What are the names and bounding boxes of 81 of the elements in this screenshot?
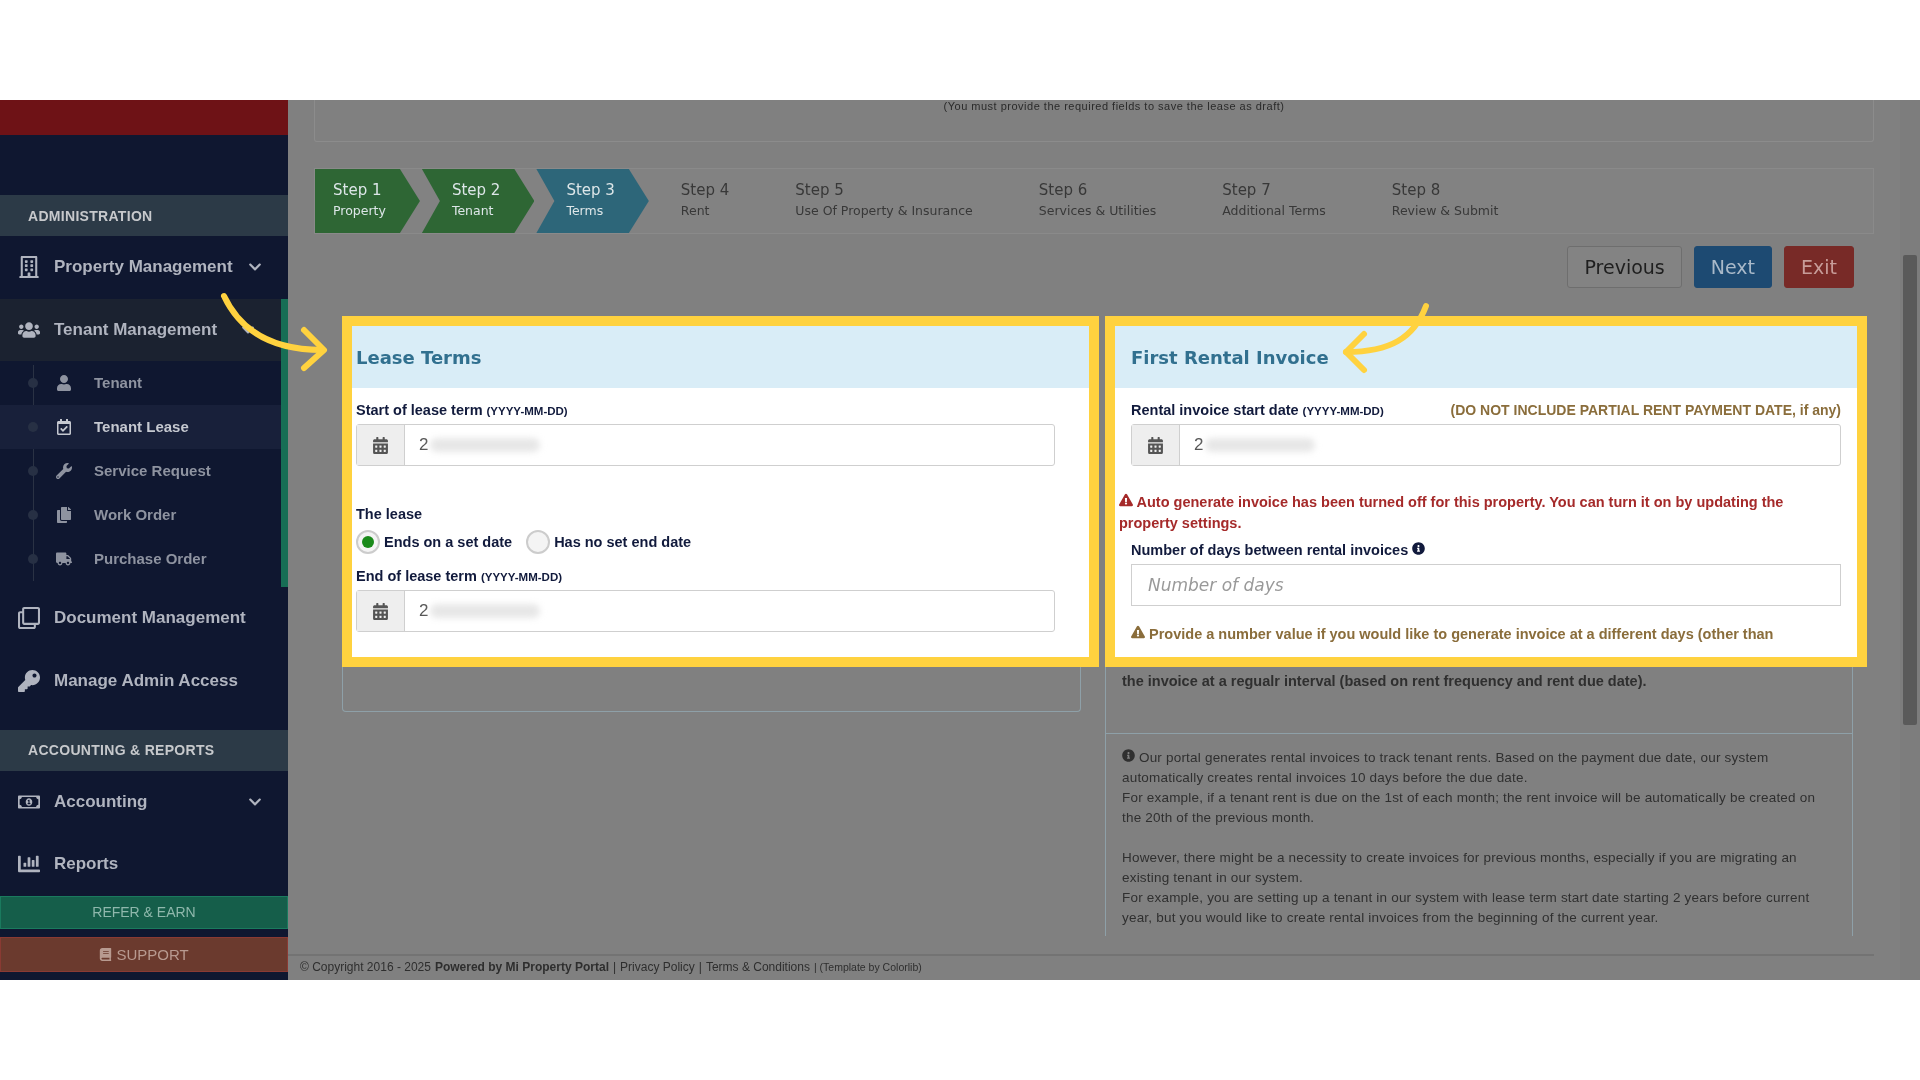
tree-dot (28, 465, 38, 476)
format-hint: (YYYY-MM-DD) (486, 405, 568, 417)
sidebar-item[interactable]: Accounting (0, 770, 288, 834)
radio-label: Has no set end date (554, 534, 692, 550)
radio-label: Ends on a set date (384, 534, 513, 550)
calendar-icon (372, 602, 389, 620)
section-heading: ACCOUNTING & REPORTS (0, 729, 288, 771)
menu-icon (18, 669, 40, 692)
warning-text: Provide a number value if you would like to generate invoice at a different days (other than (1131, 624, 1774, 644)
info-text: For example, if a tenant rent is due on the 1st of each month; the rent invoice will be automatically be created on the 20th of the previous month. (1122, 789, 1817, 827)
panel-title: Lease Terms (356, 346, 482, 368)
sidebar-item[interactable]: Property Management (0, 236, 288, 299)
format-hint: (YYYY-MM-DD) (480, 571, 562, 583)
footer-text: | (698, 960, 702, 974)
date-field[interactable]: 2 (356, 424, 1055, 466)
field-note: (DO NOT INCLUDE PARTIAL RENT PAYMENT DATE, if any) (1450, 402, 1841, 418)
submenu-item[interactable]: Purchase Order (0, 536, 281, 581)
wizard-step[interactable]: Step 4 Rent (650, 169, 764, 233)
panel-title: First Rental Invoice (1131, 346, 1329, 368)
required-note: (You must provide the required fields to save the lease as draft) (943, 100, 1285, 114)
tree-dot (28, 377, 38, 388)
menu-icon (18, 607, 40, 630)
wizard-step[interactable]: Step 1 Property (315, 169, 420, 233)
wizard-step[interactable]: Step 7 Additional Terms (1192, 169, 1360, 233)
footer-link[interactable]: Privacy Policy (620, 960, 695, 974)
field-label: Number of days between rental invoices (1131, 542, 1409, 558)
tree-dot (28, 509, 38, 520)
nav-button[interactable]: Next (1693, 246, 1772, 288)
support-button[interactable]: SUPPORT (0, 936, 288, 973)
submenu-item[interactable]: Tenant Lease (0, 404, 281, 449)
tree-dot (28, 553, 38, 564)
sidebar-item[interactable]: Tenant Management (0, 298, 288, 361)
warning-text: the invoice at a regualr interval (based on rent frequency and rent due date). (1121, 672, 1648, 691)
section-heading: ADMINISTRATION (0, 195, 288, 237)
submenu-icon (56, 418, 72, 435)
submenu-icon (56, 374, 72, 391)
book-icon (99, 947, 113, 961)
field-label: The lease (356, 506, 423, 522)
wizard-step[interactable]: Step 6 Services & Utilities (1008, 169, 1191, 233)
submenu-icon (56, 550, 72, 567)
warning-icon (1119, 493, 1133, 507)
sidebar-item[interactable]: Manage Admin Access (0, 649, 288, 712)
calendar-icon (1147, 436, 1164, 454)
scrollbar[interactable] (1900, 100, 1920, 980)
radio-button[interactable] (526, 530, 551, 554)
date-field[interactable]: 2 (1131, 424, 1841, 466)
footer-text: © Copyright 2016 - 2025 (300, 960, 431, 974)
sidebar-item[interactable]: Document Management (0, 586, 288, 650)
info-icon (1122, 749, 1135, 762)
nav-button[interactable]: Previous (1567, 246, 1682, 288)
footer-text: | (Template by Colorlib) (813, 961, 922, 973)
nav-button[interactable]: Exit (1784, 246, 1854, 288)
wizard-step[interactable]: Step 2 Tenant (421, 169, 535, 233)
days-input[interactable]: Number of days (1131, 564, 1841, 606)
warning-icon (1131, 625, 1145, 639)
info-text: Our portal generates rental invoices to track tenant rents. Based on the payment due date, our system automatically creates rental invoices 10 days before the due date. (1122, 748, 1770, 787)
wizard-step[interactable]: Step 8 Review & Submit (1361, 169, 1533, 233)
submenu-item[interactable]: Work Order (0, 492, 281, 537)
menu-icon (18, 256, 40, 279)
calendar-icon (372, 436, 389, 454)
submenu-icon (56, 462, 72, 479)
submenu-item[interactable]: Service Request (0, 448, 281, 493)
submenu-item[interactable]: Tenant (0, 360, 281, 405)
field-label: Rental invoice start date (1131, 402, 1299, 418)
submenu-icon (56, 506, 72, 523)
sidebar-item[interactable]: Reports (0, 833, 288, 896)
format-hint: (YYYY-MM-DD) (1302, 405, 1384, 417)
wizard-step[interactable]: Step 3 Terms (536, 169, 649, 233)
footer-text: Powered by Mi Property Portal (434, 960, 609, 974)
date-field[interactable]: 2 (356, 590, 1055, 632)
refer-button[interactable]: REFER & EARN (0, 895, 288, 929)
info-text: For example, you are setting up a tenant in our system with lease term start date starting 2 years before current year, but you would like to create rental invoices from the beginning of the current year. (1122, 889, 1811, 927)
wizard-step[interactable]: Step 5 Use Of Property & Insurance (765, 169, 1007, 233)
field-label: Start of lease term (356, 402, 483, 418)
info-icon (1412, 542, 1426, 555)
alert-text: Auto generate invoice has been turned off for this property. You can turn it on by updating the property settings. (1119, 492, 1785, 533)
footer-text: | (612, 960, 617, 974)
footer-link[interactable]: Terms & Conditions (705, 960, 810, 974)
radio-button[interactable] (356, 530, 380, 554)
field-label: End of lease term (356, 568, 477, 584)
info-text: However, there might be a necessity to create invoices for previous months, especially if you are migrating an existing tenant in our system. (1122, 849, 1798, 887)
